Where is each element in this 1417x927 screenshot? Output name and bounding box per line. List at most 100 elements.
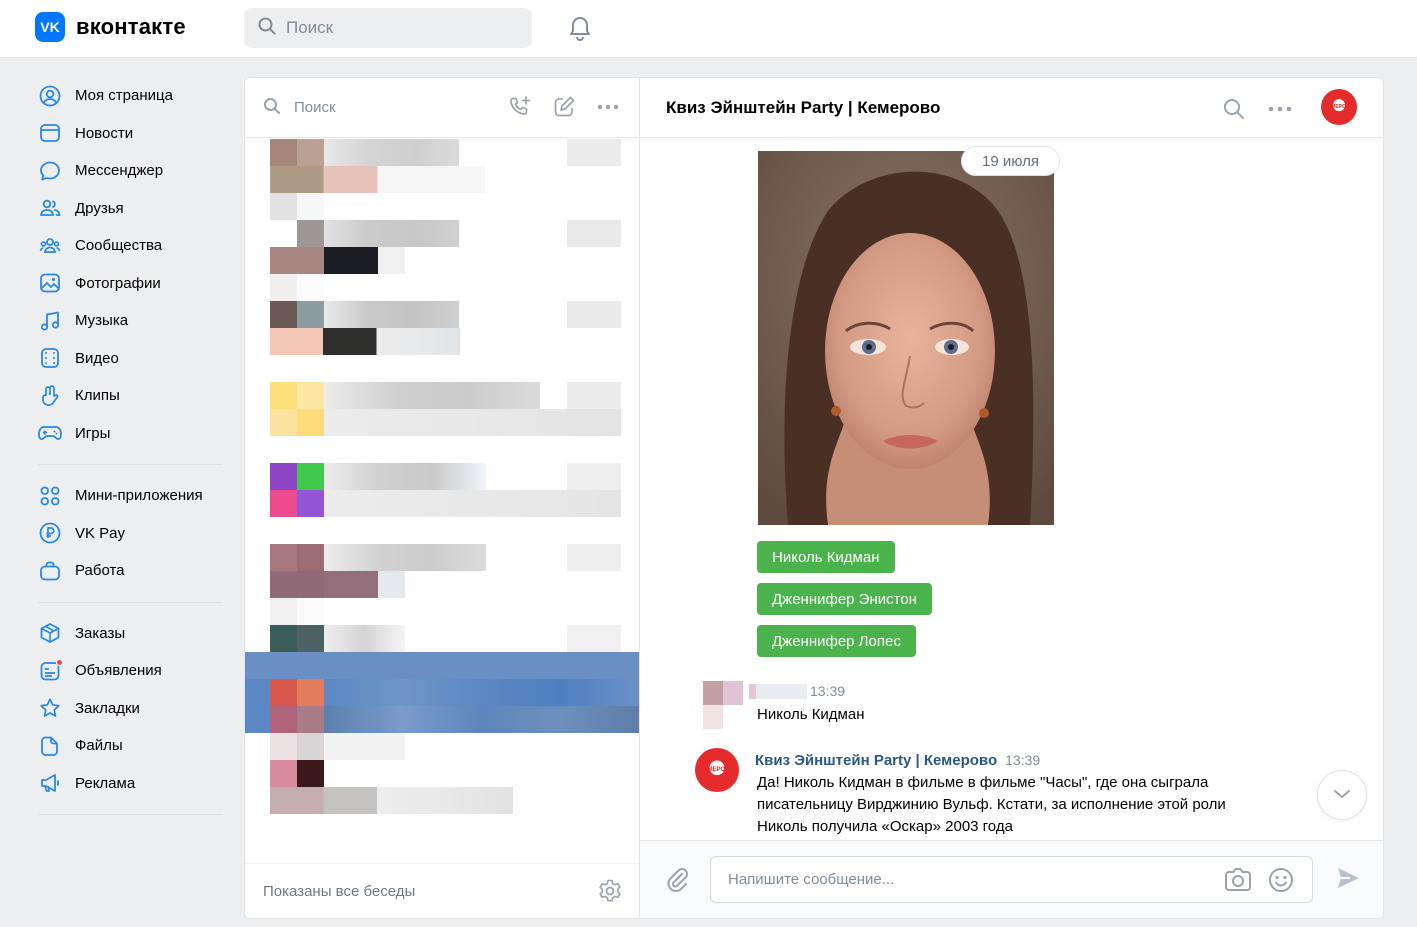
avatar-label: КЕМЕРОВО <box>1324 104 1354 110</box>
nav-news[interactable]: Новости <box>38 115 228 153</box>
chat-list-footer-label: Показаны все беседы <box>263 882 416 900</box>
chat-list-panel: Поиск Показаны все беседы <box>244 77 640 919</box>
message-input-placeholder: Напишите сообщение... <box>728 871 895 888</box>
chevron-down-icon <box>1332 787 1352 804</box>
nav-video[interactable]: Видео <box>38 340 228 378</box>
chat-list-header: Поиск <box>245 78 639 138</box>
nav-divider <box>38 464 222 465</box>
nav-games[interactable]: Игры <box>38 415 228 453</box>
list-item[interactable] <box>245 517 639 598</box>
list-item[interactable] <box>245 436 639 517</box>
chat-rows <box>245 139 639 865</box>
message-time: 13:39 <box>810 683 846 699</box>
redacted-author <box>749 684 807 699</box>
vk-logo-text: вконтакте <box>76 14 186 39</box>
file-icon <box>38 734 62 758</box>
message-input[interactable]: Напишите сообщение... <box>710 856 1313 903</box>
gamepad-icon <box>38 421 62 445</box>
redacted-text <box>324 544 486 571</box>
gear-icon[interactable] <box>597 878 623 908</box>
compose-icon[interactable] <box>551 94 577 120</box>
list-item-selected[interactable] <box>245 652 639 733</box>
answer-button-1[interactable]: Николь Кидман <box>757 541 895 573</box>
communities-icon <box>38 234 62 258</box>
list-item[interactable] <box>245 139 639 193</box>
avatar <box>270 274 324 328</box>
nav-my-page[interactable]: Моя страница <box>38 77 228 115</box>
global-search-placeholder: Поиск <box>286 18 334 37</box>
message-photo[interactable] <box>758 151 1054 525</box>
chat-search-placeholder[interactable]: Поиск <box>294 99 336 116</box>
user-circle-icon <box>38 84 62 108</box>
redacted-text <box>324 220 459 247</box>
avatar[interactable] <box>703 681 743 729</box>
list-item[interactable] <box>245 274 639 355</box>
answer-button-3[interactable]: Дженнифер Лопес <box>757 625 916 657</box>
notification-dot <box>56 658 63 666</box>
list-item[interactable] <box>245 733 639 814</box>
search-icon[interactable] <box>1221 96 1247 122</box>
nav-messenger[interactable]: Мессенджер <box>38 152 228 190</box>
smile-icon[interactable] <box>1268 867 1294 897</box>
add-call-icon[interactable] <box>507 94 533 120</box>
more-dots-icon[interactable] <box>595 94 621 120</box>
more-dots-icon[interactable] <box>1267 96 1293 122</box>
list-item[interactable] <box>245 193 639 274</box>
nav-ads[interactable]: Реклама <box>38 765 228 803</box>
redacted-text <box>567 220 621 247</box>
box-icon <box>38 621 62 645</box>
nav-classifieds[interactable]: Объявления <box>38 652 228 690</box>
nav-communities[interactable]: Сообщества <box>38 227 228 265</box>
nav-mini-apps[interactable]: Мини-приложения <box>38 477 228 515</box>
redacted-text <box>567 463 621 490</box>
nav-friends[interactable]: Друзья <box>38 190 228 228</box>
send-icon[interactable] <box>1335 865 1361 895</box>
nav-files[interactable]: Файлы <box>38 727 228 765</box>
briefcase-icon <box>38 559 62 583</box>
nav-work[interactable]: Работа <box>38 552 228 590</box>
chat-list-footer: Показаны все беседы <box>245 863 639 918</box>
redacted-text <box>567 301 621 328</box>
date-separator: 19 июля <box>961 146 1061 176</box>
redacted-text <box>270 787 513 814</box>
redacted-text <box>270 490 621 517</box>
avatar[interactable]: КЕМЕРОВО <box>695 748 739 792</box>
redacted-text <box>324 301 459 328</box>
friends-icon <box>38 196 62 220</box>
bell-icon[interactable] <box>566 14 594 42</box>
vkpay-icon <box>38 521 62 545</box>
message-icon <box>38 159 62 183</box>
global-search-input[interactable]: Поиск <box>244 8 532 48</box>
classifieds-icon <box>38 658 63 683</box>
search-icon[interactable] <box>263 97 281 119</box>
redacted-text <box>567 139 621 166</box>
conversation-title[interactable]: Квиз Эйнштейн Party | Кемерово <box>666 98 940 118</box>
avatar <box>270 355 324 409</box>
nav-clips[interactable]: Клипы <box>38 377 228 415</box>
message-body: Да! Николь Кидман в фильме в фильме "Час… <box>757 772 1226 838</box>
nav-divider <box>38 601 222 603</box>
redacted-text <box>567 382 621 409</box>
camera-icon[interactable] <box>1224 867 1252 897</box>
message-composer: Напишите сообщение... <box>640 840 1383 918</box>
nav-photos[interactable]: Фотографии <box>38 265 228 303</box>
redacted-text <box>324 139 459 166</box>
scroll-down-button[interactable] <box>1317 770 1367 820</box>
avatar-label: КЕМЕРОВО <box>699 767 735 773</box>
nav-vk-pay[interactable]: VK Pay <box>38 515 228 553</box>
avatar <box>270 733 324 787</box>
avatar <box>270 598 324 652</box>
redacted-text <box>270 328 460 355</box>
paperclip-icon[interactable] <box>664 866 692 898</box>
list-item[interactable] <box>245 355 639 436</box>
nav-music[interactable]: Музыка <box>38 302 228 340</box>
message-line: Николь получила «Оскар» 2003 года <box>757 818 1013 835</box>
message-author[interactable]: Квиз Эйнштейн Party | Кемерово <box>755 752 997 769</box>
vk-logo[interactable]: VK вконтакте <box>35 12 186 42</box>
avatar[interactable]: КЕМЕРОВО <box>1321 89 1357 125</box>
nav-orders[interactable]: Заказы <box>38 615 228 653</box>
answer-button-2[interactable]: Дженнифер Энистон <box>757 583 932 615</box>
message-time: 13:39 <box>1005 752 1041 768</box>
redacted-text <box>324 679 639 706</box>
nav-bookmarks[interactable]: Закладки <box>38 690 228 728</box>
